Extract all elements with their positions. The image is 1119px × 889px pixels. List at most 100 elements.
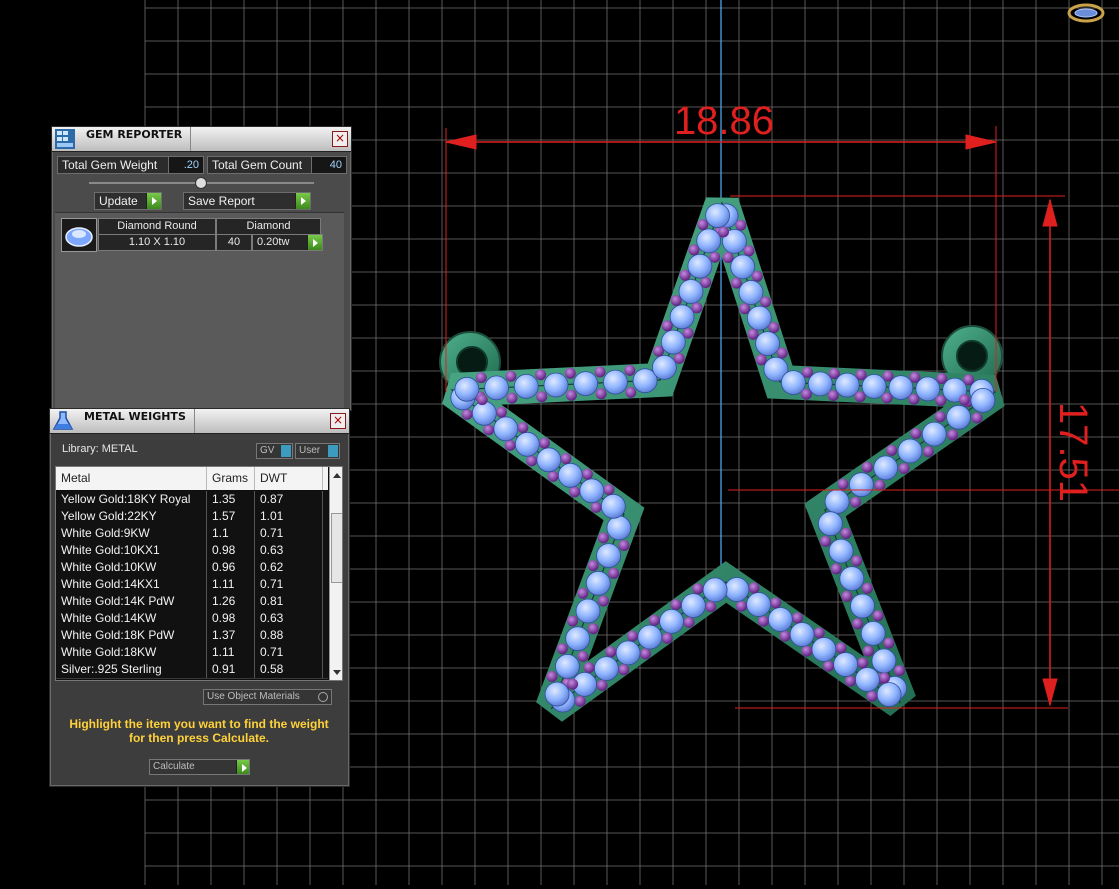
diamond-gem[interactable]: [493, 416, 519, 442]
diamond-gem[interactable]: [514, 431, 540, 457]
diamond-gem[interactable]: [660, 329, 686, 355]
diamond-gem[interactable]: [454, 376, 480, 402]
diamond-gem[interactable]: [970, 387, 996, 413]
table-row[interactable]: White Gold:10KW 0.96 0.62: [56, 559, 328, 577]
diamond-gem[interactable]: [696, 228, 722, 254]
diamond-gem[interactable]: [921, 421, 947, 447]
diamond-gem[interactable]: [596, 543, 621, 568]
diamond-gem[interactable]: [807, 371, 833, 397]
diamond-gem[interactable]: [573, 371, 599, 397]
diamond-gem[interactable]: [833, 652, 858, 677]
table-row[interactable]: White Gold:14K PdW 1.26 0.81: [56, 593, 328, 611]
diamond-gem[interactable]: [818, 511, 843, 537]
prong: [517, 422, 529, 434]
diamond-gem[interactable]: [746, 592, 771, 617]
diamond-gem[interactable]: [615, 640, 641, 666]
diamond-gem[interactable]: [702, 577, 728, 603]
metal-weights-titlebar[interactable]: METAL WEIGHTS ×: [50, 409, 349, 434]
gem-reporter-close-button[interactable]: ×: [332, 131, 348, 147]
diamond-gem[interactable]: [871, 648, 897, 674]
table-row[interactable]: White Gold:9KW 1.1 0.71: [56, 525, 328, 543]
diamond-gem[interactable]: [849, 472, 874, 498]
diamond-gem[interactable]: [687, 253, 713, 279]
column-header-metal[interactable]: Metal: [56, 467, 207, 490]
table-row[interactable]: White Gold:14KX1 1.11 0.71: [56, 576, 328, 594]
diamond-gem[interactable]: [603, 369, 628, 395]
diamond-gem[interactable]: [471, 400, 497, 426]
diamond-gem[interactable]: [652, 354, 677, 380]
diamond-gem[interactable]: [888, 375, 914, 401]
gem-layout[interactable]: [450, 203, 996, 713]
diamond-gem[interactable]: [555, 654, 580, 679]
diamond-gem[interactable]: [850, 593, 875, 619]
gem-reporter-titlebar[interactable]: GEM REPORTER ×: [52, 127, 351, 152]
diamond-gem[interactable]: [915, 376, 941, 402]
calculate-button[interactable]: Calculate: [149, 759, 250, 775]
use-object-materials-toggle[interactable]: Use Object Materials: [203, 689, 332, 705]
diamond-gem[interactable]: [637, 624, 663, 650]
diamond-gem[interactable]: [659, 609, 684, 634]
diamond-gem[interactable]: [811, 637, 837, 662]
scrollbar-thumb[interactable]: [331, 513, 342, 583]
diamond-gem[interactable]: [669, 304, 695, 330]
gem-count-cell: 40: [216, 234, 252, 251]
diamond-gem[interactable]: [876, 682, 902, 707]
update-button[interactable]: Update: [94, 192, 162, 210]
gem-weight-cell[interactable]: 0.20tw: [252, 234, 323, 251]
diamond-gem[interactable]: [557, 462, 583, 488]
diamond-gem[interactable]: [730, 254, 756, 280]
table-row[interactable]: Yellow Gold:18KY Royal 1.35 0.87: [56, 491, 328, 509]
metal-weights-close-button[interactable]: ×: [330, 413, 346, 429]
scroll-down-icon[interactable]: [333, 670, 341, 675]
diamond-gem[interactable]: [678, 279, 704, 304]
table-row[interactable]: White Gold:18KW 1.11 0.71: [56, 644, 328, 662]
gv-library-button[interactable]: GV: [256, 443, 293, 459]
diamond-gem[interactable]: [705, 203, 730, 229]
table-row[interactable]: Silver:.925 Sterling 0.91 0.58: [56, 661, 328, 679]
diamond-gem[interactable]: [834, 372, 860, 398]
table-row[interactable]: White Gold:18K PdW 1.37 0.88: [56, 627, 328, 645]
diamond-gem[interactable]: [724, 577, 750, 602]
table-row[interactable]: White Gold:14KW 0.98 0.63: [56, 610, 328, 628]
save-report-button[interactable]: Save Report: [183, 192, 311, 210]
weight-slider-handle[interactable]: [195, 177, 207, 189]
gem-list-item[interactable]: Diamond Round Diamond 1.10 X 1.10 40 0.2…: [61, 218, 323, 252]
diamond-gem[interactable]: [746, 305, 772, 331]
column-header-dwt[interactable]: DWT: [255, 467, 323, 490]
ring-logo-icon[interactable]: [1067, 3, 1105, 23]
diamond-gem[interactable]: [755, 331, 780, 357]
diamond-gem[interactable]: [565, 626, 591, 652]
diamond-gem[interactable]: [513, 373, 539, 399]
diamond-gem[interactable]: [861, 373, 887, 399]
diamond-gem[interactable]: [860, 621, 886, 646]
diamond-gem[interactable]: [768, 607, 793, 632]
diamond-gem[interactable]: [544, 681, 570, 707]
diamond-gem[interactable]: [839, 566, 865, 591]
diamond-gem[interactable]: [579, 478, 605, 504]
column-header-grams[interactable]: Grams: [207, 467, 255, 490]
diamond-gem[interactable]: [946, 404, 971, 430]
diamond-gem[interactable]: [738, 280, 764, 305]
diamond-gem[interactable]: [600, 493, 626, 519]
diamond-gem[interactable]: [585, 570, 611, 596]
diamond-gem[interactable]: [781, 370, 806, 396]
diamond-gem[interactable]: [855, 667, 880, 692]
diamond-gem[interactable]: [828, 538, 854, 564]
weight-slider[interactable]: [89, 177, 314, 189]
table-row[interactable]: Yellow Gold:22KY 1.57 1.01: [56, 508, 328, 526]
scroll-up-icon[interactable]: [333, 473, 341, 478]
diamond-gem[interactable]: [873, 455, 899, 481]
diamond-gem[interactable]: [789, 622, 815, 647]
diamond-gem[interactable]: [897, 438, 923, 464]
diamond-gem[interactable]: [575, 598, 601, 624]
diamond-gem[interactable]: [824, 489, 850, 515]
metal-table-scrollbar[interactable]: [329, 467, 342, 680]
diamond-gem[interactable]: [681, 593, 706, 618]
diamond-gem[interactable]: [606, 515, 632, 541]
diamond-gem[interactable]: [484, 375, 510, 401]
diamond-gem[interactable]: [594, 656, 619, 681]
user-library-button[interactable]: User: [295, 443, 340, 459]
diamond-gem[interactable]: [543, 372, 569, 398]
table-row[interactable]: White Gold:10KX1 0.98 0.63: [56, 542, 328, 560]
diamond-gem[interactable]: [536, 447, 562, 473]
